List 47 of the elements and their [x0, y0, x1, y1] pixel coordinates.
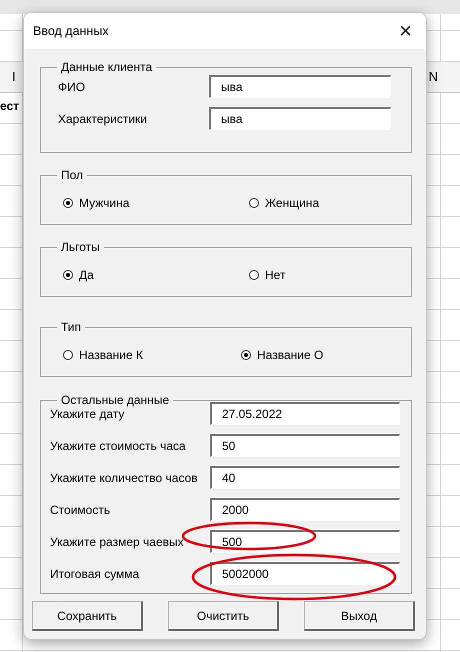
- field-label: Стоимость: [50, 502, 112, 518]
- radio-option[interactable]: Мужчина: [63, 194, 249, 212]
- column-header: N: [428, 68, 438, 86]
- close-button[interactable]: ×: [395, 20, 416, 42]
- radio-label: Женщина: [265, 195, 320, 212]
- field-label: Укажите дату: [50, 406, 126, 422]
- window-title: Ввод данных: [33, 22, 109, 40]
- field-label: Характеристики: [58, 110, 148, 128]
- radio-button[interactable]: [63, 270, 73, 280]
- radio-button[interactable]: [241, 350, 251, 360]
- text-field[interactable]: 2000: [210, 498, 400, 521]
- radio-label: Да: [79, 267, 94, 284]
- radio-button[interactable]: [63, 198, 73, 208]
- radio-label: Название О: [257, 347, 324, 364]
- dialog-button[interactable]: Очистить: [168, 601, 279, 631]
- group-title: Тип: [60, 320, 82, 334]
- text-field[interactable]: 500: [210, 530, 400, 553]
- radio-button[interactable]: [249, 270, 259, 280]
- radio-option[interactable]: Да: [63, 266, 249, 284]
- column-header: I: [12, 68, 16, 86]
- text-field[interactable]: 5002000: [210, 562, 400, 585]
- radio-label: Название К: [79, 347, 143, 364]
- radio-label: Нет: [265, 267, 286, 284]
- radio-option[interactable]: Женщина: [249, 194, 403, 212]
- field-label: ФИО: [58, 78, 86, 96]
- radio-button[interactable]: [249, 198, 259, 208]
- radio-option[interactable]: Название К: [63, 346, 241, 364]
- group-title: Пол: [60, 168, 84, 182]
- dialog-button[interactable]: Выход: [304, 601, 415, 631]
- text-field[interactable]: ыва: [209, 107, 391, 130]
- text-field[interactable]: 40: [210, 466, 400, 489]
- group-title: Данные клиента: [60, 60, 154, 74]
- radio-label: Мужчина: [79, 195, 130, 212]
- text-field[interactable]: 50: [210, 434, 400, 457]
- field-label: Укажите размер чаевых: [50, 534, 185, 550]
- group-title: Остальные данные: [60, 393, 170, 407]
- radio-option[interactable]: Нет: [249, 266, 403, 284]
- field-label: Итоговая сумма: [50, 566, 140, 582]
- text-field[interactable]: 27.05.2022: [210, 402, 400, 425]
- field-label: Укажите стоимость часа: [50, 438, 187, 454]
- dialog-button[interactable]: Сохранить: [32, 601, 143, 631]
- radio-option[interactable]: Название О: [241, 346, 403, 364]
- field-label: Укажите количество часов: [50, 470, 199, 486]
- group-title: Льготы: [60, 240, 101, 254]
- radio-button[interactable]: [63, 350, 73, 360]
- cell-text: ест: [0, 98, 20, 115]
- text-field[interactable]: ыва: [209, 75, 391, 98]
